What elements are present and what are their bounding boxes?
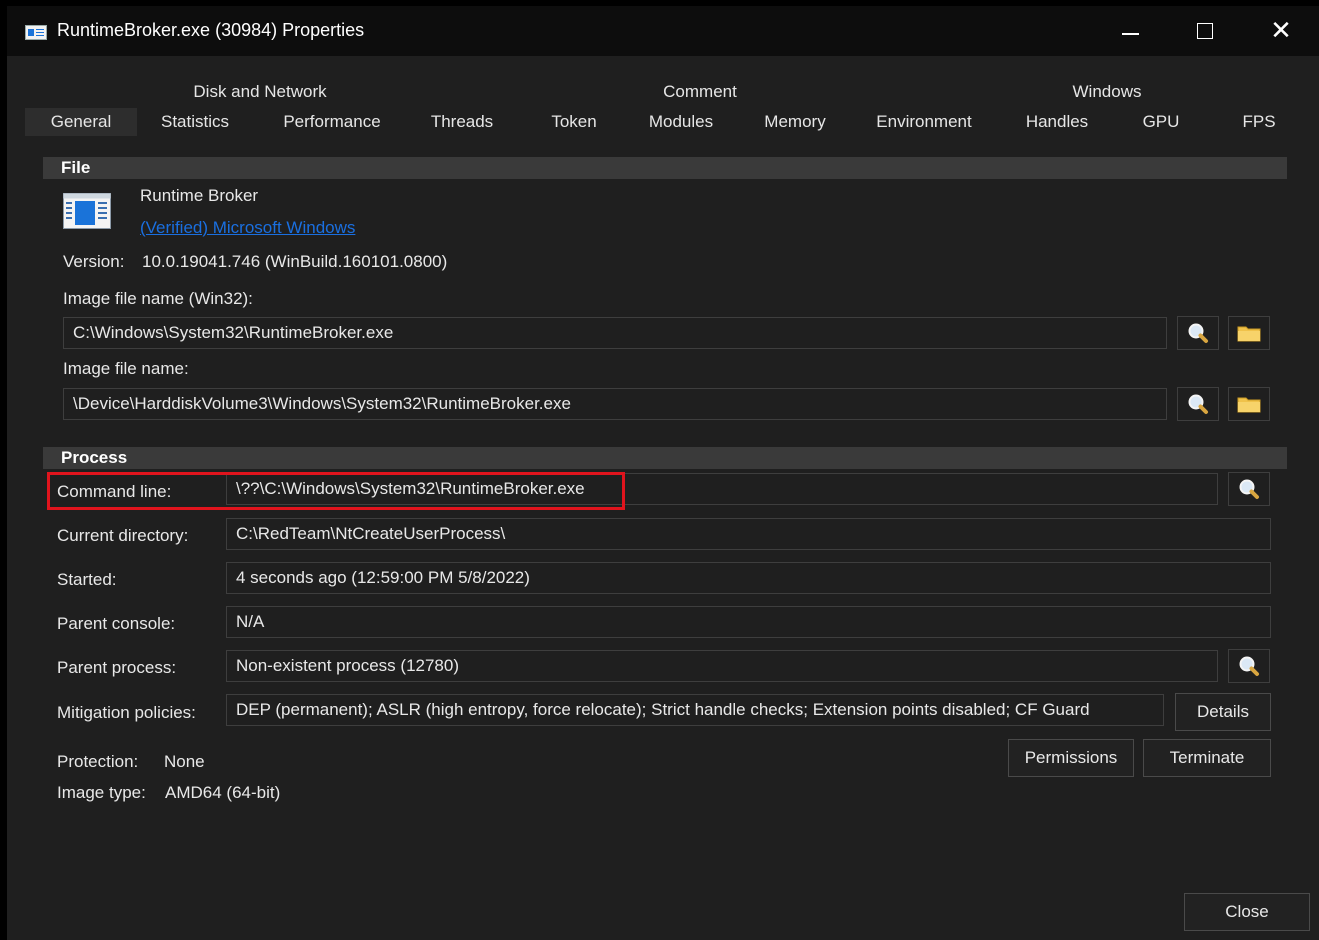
file-section-header: File [43,157,1287,179]
tab-handles[interactable]: Handles [1015,108,1099,136]
current-directory-label: Current directory: [57,526,189,545]
minimize-button[interactable] [1092,6,1168,56]
tab-row-upper: Disk and Network Comment Windows [7,78,1319,106]
tab-environment[interactable]: Environment [867,108,981,136]
tab-gpu[interactable]: GPU [1135,108,1187,136]
title-bar[interactable]: RuntimeBroker.exe (30984) Properties ✕ [7,6,1319,56]
image-file-name-label: Image file name: [63,359,189,378]
window-app-icon [25,25,47,40]
tab-performance[interactable]: Performance [273,108,391,136]
inspect-parent-process-button[interactable] [1228,649,1270,683]
current-directory-field[interactable]: C:\RedTeam\NtCreateUserProcess\ [226,518,1271,550]
inspect-image-win32-button[interactable] [1177,316,1219,350]
parent-process-label: Parent process: [57,658,177,677]
details-button[interactable]: Details [1175,693,1271,731]
parent-console-field[interactable]: N/A [226,606,1271,638]
verified-company-link[interactable]: (Verified) Microsoft Windows [140,218,355,238]
open-folder-button[interactable] [1228,387,1270,421]
image-type-label: Image type: [57,783,146,802]
started-field[interactable]: 4 seconds ago (12:59:00 PM 5/8/2022) [226,562,1271,594]
product-name: Runtime Broker [140,186,259,205]
close-icon: ✕ [1270,16,1292,46]
executable-file-icon [63,193,111,229]
protection-value: None [164,752,205,771]
started-label: Started: [57,570,117,589]
magnifier-icon [1239,479,1259,499]
mitigation-policies-field[interactable]: DEP (permanent); ASLR (high entropy, for… [226,694,1164,726]
folder-icon [1237,397,1261,413]
image-file-name-win32-field[interactable]: C:\Windows\System32\RuntimeBroker.exe [63,317,1167,349]
maximize-icon [1197,23,1213,39]
tab-token[interactable]: Token [541,108,607,136]
image-file-name-win32-label: Image file name (Win32): [63,289,253,308]
inspect-command-line-button[interactable] [1228,472,1270,506]
tab-modules[interactable]: Modules [641,108,721,136]
window-title: RuntimeBroker.exe (30984) Properties [57,20,365,40]
magnifier-icon [1188,394,1208,414]
command-line-highlight-box [47,472,625,510]
version-value: 10.0.19041.746 (WinBuild.160101.0800) [142,252,448,271]
minimize-icon [1121,33,1139,35]
tab-disk-and-network[interactable]: Disk and Network [185,78,335,106]
tab-row-lower: General Statistics Performance Threads T… [7,108,1319,136]
image-file-name-field[interactable]: \Device\HarddiskVolume3\Windows\System32… [63,388,1167,420]
magnifier-icon [1239,656,1259,676]
open-folder-win32-button[interactable] [1228,316,1270,350]
process-section-header: Process [43,447,1287,469]
image-type-value: AMD64 (64-bit) [165,783,281,802]
mitigation-policies-label: Mitigation policies: [57,703,196,722]
tab-general[interactable]: General [25,108,137,136]
parent-console-label: Parent console: [57,614,176,633]
tab-statistics[interactable]: Statistics [151,108,239,136]
tab-fps[interactable]: FPS [1235,108,1283,136]
version-label: Version: [63,252,125,271]
maximize-button[interactable] [1167,6,1243,56]
tab-comment[interactable]: Comment [655,78,745,106]
tab-threads[interactable]: Threads [423,108,501,136]
inspect-image-button[interactable] [1177,387,1219,421]
close-window-button[interactable]: ✕ [1243,6,1319,56]
folder-icon [1237,326,1261,342]
tab-windows[interactable]: Windows [1065,78,1149,106]
terminate-button[interactable]: Terminate [1143,739,1271,777]
tab-memory[interactable]: Memory [755,108,835,136]
permissions-button[interactable]: Permissions [1008,739,1134,777]
protection-label: Protection: [57,752,139,771]
close-button[interactable]: Close [1184,893,1310,931]
magnifier-icon [1188,323,1208,343]
parent-process-field[interactable]: Non-existent process (12780) [226,650,1218,682]
properties-window: RuntimeBroker.exe (30984) Properties ✕ D… [7,6,1319,940]
